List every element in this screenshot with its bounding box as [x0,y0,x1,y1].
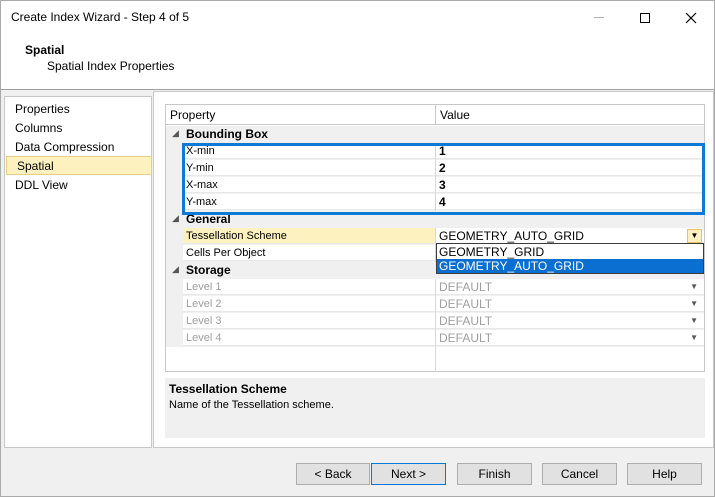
property-name: Tessellation Scheme [183,228,435,244]
category-label: Storage [186,263,231,277]
finish-button[interactable]: Finish [457,463,532,485]
description-panel: Tessellation Scheme Name of the Tessella… [165,378,705,438]
property-value[interactable]: 1 [436,143,704,159]
close-icon [685,12,697,23]
grid-header: Property Value [166,105,704,125]
wizard-nav: Properties Columns Data Compression Spat… [4,96,152,448]
description-title: Tessellation Scheme [169,382,287,396]
nav-item-properties[interactable]: Properties [5,100,151,119]
nav-item-ddl-view[interactable]: DDL View [5,176,151,195]
tessellation-dropdown-list[interactable]: GEOMETRY_GRID GEOMETRY_AUTO_GRID [436,243,704,274]
maximize-icon [640,12,650,23]
chevron-down-icon: ▼ [690,282,698,291]
property-value[interactable]: 2 [436,160,704,176]
category-label: Bounding Box [186,127,268,141]
property-name: Level 3 [183,313,435,329]
property-row-y-max[interactable]: Y-max 4 [166,194,704,211]
maximize-button[interactable] [622,1,668,34]
nav-item-data-compression[interactable]: Data Compression [5,138,151,157]
property-row-level-4: Level 4 DEFAULT ▼ [166,330,704,347]
property-grid: Property Value ◢ Bounding Box X-min 1 Y-… [165,104,705,372]
title-bar: Create Index Wizard - Step 4 of 5 [1,1,714,34]
category-label: General [186,212,231,226]
category-general[interactable]: ◢ General [166,211,704,228]
property-row-x-max[interactable]: X-max 3 [166,177,704,194]
chevron-down-icon: ▼ [690,299,698,308]
chevron-down-icon: ▼ [690,333,698,342]
nav-item-spatial[interactable]: Spatial [6,156,152,175]
category-bounding-box[interactable]: ◢ Bounding Box [166,126,704,143]
grid-empty-area [166,347,704,371]
content-panel: Property Value ◢ Bounding Box X-min 1 Y-… [153,91,714,448]
cancel-button[interactable]: Cancel [542,463,617,485]
property-value[interactable]: 4 [436,194,704,210]
back-button[interactable]: < Back [296,463,370,485]
property-name: Level 2 [183,296,435,312]
window-title: Create Index Wizard - Step 4 of 5 [11,10,190,24]
wizard-header: Spatial Spatial Index Properties [1,34,714,90]
minimize-icon [594,17,604,18]
property-name: X-max [183,177,435,193]
help-button[interactable]: Help [627,463,702,485]
collapse-arrow-icon[interactable]: ◢ [172,128,179,139]
property-row-level-2: Level 2 DEFAULT ▼ [166,296,704,313]
dropdown-option-geometry-grid[interactable]: GEOMETRY_GRID [437,245,703,259]
collapse-arrow-icon[interactable]: ◢ [172,213,179,224]
property-name: Y-min [183,160,435,176]
property-name: Level 1 [183,279,435,295]
close-button[interactable] [668,1,714,34]
chevron-down-icon: ▼ [690,316,698,325]
tessellation-scheme-select[interactable]: GEOMETRY_AUTO_GRID [436,228,704,244]
property-name: Y-max [183,194,435,210]
property-value: DEFAULT [436,279,704,295]
property-row-y-min[interactable]: Y-min 2 [166,160,704,177]
property-row-level-1: Level 1 DEFAULT ▼ [166,279,704,296]
property-value: DEFAULT [436,330,704,346]
dropdown-option-geometry-auto-grid[interactable]: GEOMETRY_AUTO_GRID [437,259,703,273]
property-name: X-min [183,143,435,159]
property-value[interactable]: 3 [436,177,704,193]
column-divider [435,347,436,371]
property-row-x-min[interactable]: X-min 1 [166,143,704,160]
collapse-arrow-icon[interactable]: ◢ [172,264,179,275]
wizard-window: Create Index Wizard - Step 4 of 5 Spatia… [0,0,715,497]
next-button[interactable]: Next > [371,463,446,485]
nav-item-columns[interactable]: Columns [5,119,151,138]
minimize-button[interactable] [576,1,622,34]
description-text: Name of the Tessellation scheme. [169,399,334,411]
property-name: Cells Per Object [183,245,435,261]
property-value: DEFAULT [436,296,704,312]
page-subtitle: Spatial Index Properties [47,59,175,73]
chevron-down-icon[interactable]: ▼ [687,229,702,243]
property-name: Level 4 [183,330,435,346]
property-row-level-3: Level 3 DEFAULT ▼ [166,313,704,330]
page-title: Spatial [25,43,65,57]
column-header-property[interactable]: Property [166,105,215,125]
property-value: DEFAULT [436,313,704,329]
column-header-value[interactable]: Value [436,105,470,125]
